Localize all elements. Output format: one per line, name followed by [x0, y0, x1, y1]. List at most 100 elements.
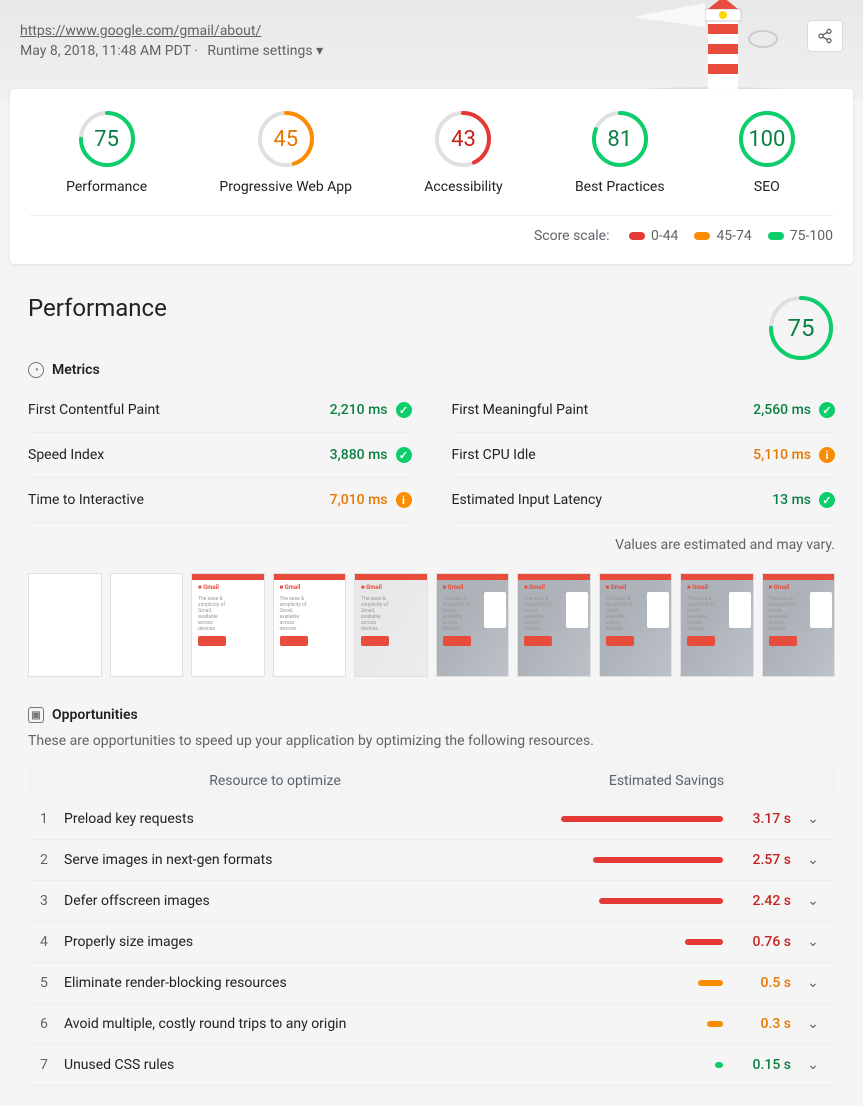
opportunity-index: 7 — [40, 1057, 64, 1073]
opportunity-index: 4 — [40, 934, 64, 950]
opportunity-row[interactable]: 7 Unused CSS rules 0.15 s ⌄ — [28, 1045, 835, 1086]
opportunity-bar — [685, 939, 723, 945]
opportunity-name: Defer offscreen images — [64, 893, 510, 909]
filmstrip-frame: ■ Gmail The ease &simplicity ofGmail,ava… — [436, 573, 510, 677]
chevron-down-icon[interactable]: ⌄ — [803, 1016, 823, 1032]
opportunities-table-body: 1 Preload key requests 3.17 s ⌄ 2 Serve … — [28, 799, 835, 1086]
score-gauge-best-practices[interactable]: 81 Best Practices — [575, 109, 665, 195]
metric-row: Estimated Input Latency 13 ms✓ — [452, 478, 836, 523]
filmstrip-frame: ■ Gmail The ease &simplicity ofGmail,ava… — [354, 573, 428, 677]
metric-name: First Contentful Paint — [28, 402, 160, 418]
opportunity-value: 0.3 s — [735, 1016, 791, 1032]
timestamp: May 8, 2018, 11:48 AM PDT — [20, 43, 191, 59]
opportunities-table-header: Resource to optimize Estimated Savings — [28, 763, 835, 799]
score-gauge-seo[interactable]: 100 SEO — [737, 109, 797, 195]
opportunity-index: 2 — [40, 852, 64, 868]
metric-row: First CPU Idle 5,110 msi — [452, 433, 836, 478]
chevron-down-icon[interactable]: ⌄ — [803, 934, 823, 950]
opportunity-value: 0.5 s — [735, 975, 791, 991]
metrics-column-right: First Meaningful Paint 2,560 ms✓ First C… — [452, 388, 836, 523]
chevron-down-icon[interactable]: ⌄ — [803, 975, 823, 991]
info-icon: i — [819, 447, 835, 463]
scores-card: 75 Performance 45 Progressive Web App 43… — [10, 89, 853, 264]
share-icon — [817, 28, 833, 44]
metrics-heading: ◔ Metrics — [28, 362, 835, 378]
filmstrip-frame: ■ Gmail The ease &simplicity ofGmail,ava… — [599, 573, 673, 677]
opportunity-bar — [561, 816, 723, 822]
check-icon: ✓ — [396, 402, 412, 418]
opportunity-row[interactable]: 5 Eliminate render-blocking resources 0.… — [28, 963, 835, 1004]
metric-name: First Meaningful Paint — [452, 402, 589, 418]
check-icon: ✓ — [396, 447, 412, 463]
performance-section: Performance 75 ◔ Metrics First Contentfu… — [0, 274, 863, 1106]
gauge-label: Accessibility — [424, 179, 502, 195]
metric-row: Time to Interactive 7,010 msi — [28, 478, 412, 523]
opportunity-name: Serve images in next-gen formats — [64, 852, 510, 868]
chevron-down-icon[interactable]: ⌄ — [803, 852, 823, 868]
legend-range: 75-100 — [768, 228, 833, 244]
legend-range: 0-44 — [629, 228, 678, 244]
opportunity-index: 1 — [40, 811, 64, 827]
opportunity-bar — [593, 857, 724, 863]
chevron-down-icon[interactable]: ⌄ — [803, 1057, 823, 1073]
opportunity-name: Avoid multiple, costly round trips to an… — [64, 1016, 510, 1032]
metric-row: First Meaningful Paint 2,560 ms✓ — [452, 388, 836, 433]
metric-value: 2,210 ms✓ — [330, 402, 412, 418]
opportunity-bar — [698, 980, 723, 986]
filmstrip-frame: ■ Gmail The ease &simplicity ofGmail,ava… — [680, 573, 754, 677]
audited-url[interactable]: https://www.google.com/gmail/about/ — [20, 23, 261, 39]
metrics-column-left: First Contentful Paint 2,210 ms✓ Speed I… — [28, 388, 412, 523]
chevron-down-icon[interactable]: ⌄ — [803, 893, 823, 909]
runtime-settings-toggle[interactable]: Runtime settings ▾ — [207, 43, 323, 59]
filmstrip-frame — [28, 573, 102, 677]
opportunity-bar — [707, 1021, 723, 1027]
performance-title: Performance — [28, 294, 167, 322]
filmstrip-frame: ■ Gmail The ease &simplicity ofGmail,ava… — [517, 573, 591, 677]
opportunity-name: Unused CSS rules — [64, 1057, 510, 1073]
opportunity-bar — [599, 898, 723, 904]
metric-name: First CPU Idle — [452, 447, 536, 463]
opportunity-row[interactable]: 6 Avoid multiple, costly round trips to … — [28, 1004, 835, 1045]
opportunity-value: 2.42 s — [735, 893, 791, 909]
opportunity-name: Properly size images — [64, 934, 510, 950]
filmstrip: ■ Gmail The ease &simplicity ofGmail,ava… — [28, 573, 835, 677]
opportunity-bar — [715, 1062, 723, 1068]
metrics-note: Values are estimated and may vary. — [28, 523, 835, 567]
opportunity-value: 3.17 s — [735, 811, 791, 827]
opportunity-index: 6 — [40, 1016, 64, 1032]
filmstrip-frame: ■ Gmail The ease &simplicity ofGmail,ava… — [273, 573, 347, 677]
opportunity-index: 3 — [40, 893, 64, 909]
performance-score-gauge: 75 — [767, 294, 835, 362]
gauge-label: SEO — [737, 179, 797, 195]
metric-value: 3,880 ms✓ — [330, 447, 412, 463]
score-gauge-accessibility[interactable]: 43 Accessibility — [424, 109, 502, 195]
chevron-down-icon[interactable]: ⌄ — [803, 811, 823, 827]
gauge-label: Performance — [66, 179, 147, 195]
opportunity-value: 0.15 s — [735, 1057, 791, 1073]
opportunities-description: These are opportunities to speed up your… — [28, 733, 835, 749]
opportunity-row[interactable]: 1 Preload key requests 3.17 s ⌄ — [28, 799, 835, 840]
metric-value: 5,110 msi — [753, 447, 835, 463]
info-icon: i — [396, 492, 412, 508]
opportunity-row[interactable]: 4 Properly size images 0.76 s ⌄ — [28, 922, 835, 963]
metric-name: Estimated Input Latency — [452, 492, 602, 508]
stopwatch-icon: ◔ — [28, 362, 44, 378]
score-legend: Score scale: 0-4445-7475-100 — [30, 215, 833, 244]
metric-name: Time to Interactive — [28, 492, 144, 508]
lighthouse-illustration — [613, 0, 813, 99]
opportunity-row[interactable]: 2 Serve images in next-gen formats 2.57 … — [28, 840, 835, 881]
opportunity-value: 0.76 s — [735, 934, 791, 950]
score-gauge-performance[interactable]: 75 Performance — [66, 109, 147, 195]
opportunity-row[interactable]: 3 Defer offscreen images 2.42 s ⌄ — [28, 881, 835, 922]
score-gauge-progressive-web-app[interactable]: 45 Progressive Web App — [219, 109, 352, 195]
legend-range: 45-74 — [694, 228, 751, 244]
gauge-label: Progressive Web App — [219, 179, 352, 195]
metric-value: 2,560 ms✓ — [753, 402, 835, 418]
metric-value: 13 ms✓ — [772, 492, 835, 508]
opportunity-name: Preload key requests — [64, 811, 510, 827]
metric-row: First Contentful Paint 2,210 ms✓ — [28, 388, 412, 433]
opportunity-value: 2.57 s — [735, 852, 791, 868]
opportunities-icon: ▣ — [28, 707, 44, 723]
opportunities-heading: ▣ Opportunities — [28, 707, 835, 723]
score-gauges: 75 Performance 45 Progressive Web App 43… — [30, 109, 833, 195]
